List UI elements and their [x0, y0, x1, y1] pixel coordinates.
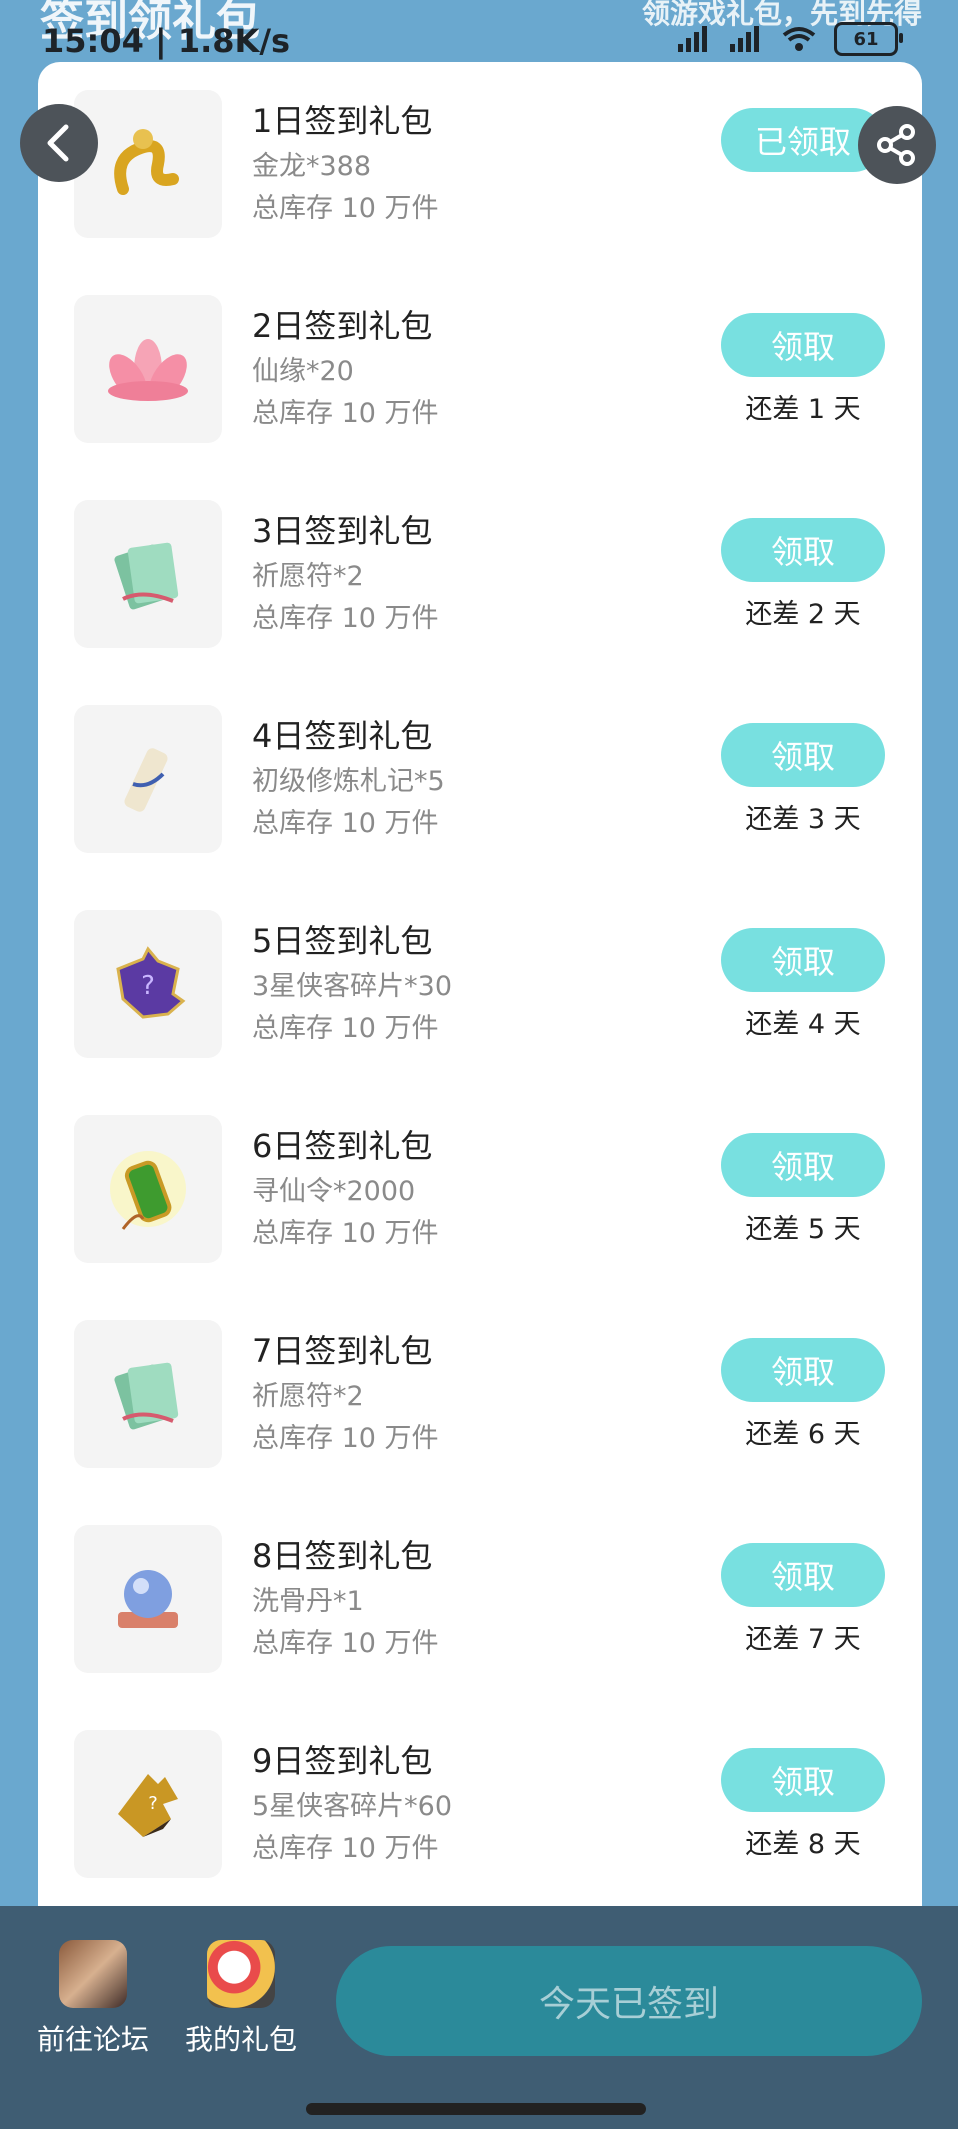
bottom-bar: 前往论坛 我的礼包 今天已签到: [0, 1906, 958, 2129]
gift-item: 祈愿符*2: [252, 1381, 364, 1412]
gift-stock: 总库存 10 万件: [252, 808, 439, 839]
gift-stock: 总库存 10 万件: [252, 1833, 439, 1864]
gift-title: 9日签到礼包: [252, 1742, 433, 1780]
battery-icon: 61: [834, 22, 903, 56]
gift-row: 8日签到礼包 洗骨丹*1 总库存 10 万件 领取 还差 7 天: [38, 1497, 922, 1702]
gift-row: ? 9日签到礼包 5星侠客碎片*60 总库存 10 万件 领取 还差 8 天: [38, 1702, 922, 1906]
back-button[interactable]: [20, 104, 98, 182]
gift-row: 3日签到礼包 祈愿符*2 总库存 10 万件 领取 还差 2 天: [38, 472, 922, 677]
scroll-icon: [74, 705, 222, 853]
gift-stock: 总库存 10 万件: [252, 1218, 439, 1249]
gift-list: 1日签到礼包 金龙*388 总库存 10 万件 已领取 2日签到礼包 仙缘*20…: [38, 62, 922, 1906]
gift-row: 1日签到礼包 金龙*388 总库存 10 万件 已领取: [38, 62, 922, 267]
claim-button[interactable]: 领取: [721, 1543, 885, 1607]
status-icons: 61: [678, 22, 903, 56]
days-remaining: 还差 1 天: [745, 394, 861, 425]
days-remaining: 还差 5 天: [745, 1214, 861, 1245]
gift-title: 5日签到礼包: [252, 922, 433, 960]
gift-item: 5星侠客碎片*60: [252, 1791, 453, 1822]
gift-title: 2日签到礼包: [252, 307, 433, 345]
forum-tab[interactable]: 前往论坛: [18, 1940, 168, 2070]
gift-row: ? 5日签到礼包 3星侠客碎片*30 总库存 10 万件 领取 还差 4 天: [38, 882, 922, 1087]
gift-stock: 总库存 10 万件: [252, 1013, 439, 1044]
share-icon: [877, 124, 915, 166]
days-remaining: 还差 3 天: [745, 804, 861, 835]
chevron-left-icon: [47, 124, 69, 162]
gift-stock: 总库存 10 万件: [252, 193, 439, 224]
my-gifts-tab[interactable]: 我的礼包: [166, 1940, 316, 2070]
days-remaining: 还差 6 天: [745, 1419, 861, 1450]
gift-title: 7日签到礼包: [252, 1332, 433, 1370]
gift-row: 4日签到礼包 初级修炼札记*5 总库存 10 万件 领取 还差 3 天: [38, 677, 922, 882]
gift-row: 6日签到礼包 寻仙令*2000 总库存 10 万件 领取 还差 5 天: [38, 1087, 922, 1292]
wish-talisman-icon: [74, 500, 222, 648]
days-remaining: 还差 4 天: [745, 1009, 861, 1040]
claim-button[interactable]: 领取: [721, 1748, 885, 1812]
claim-button[interactable]: 领取: [721, 928, 885, 992]
gift-item: 祈愿符*2: [252, 561, 364, 592]
crystal-ball-icon: [74, 1525, 222, 1673]
gift-row: 2日签到礼包 仙缘*20 总库存 10 万件 领取 还差 1 天: [38, 267, 922, 472]
gift-title: 8日签到礼包: [252, 1537, 433, 1575]
gift-stock: 总库存 10 万件: [252, 1423, 439, 1454]
gift-item: 寻仙令*2000: [252, 1176, 416, 1207]
svg-text:?: ?: [141, 971, 155, 1001]
network-speed: 1.8K/s: [177, 22, 291, 60]
gift-title: 4日签到礼包: [252, 717, 433, 755]
gift-item: 仙缘*20: [252, 356, 354, 387]
gift-item: 3星侠客碎片*30: [252, 971, 453, 1002]
gift-title: 1日签到礼包: [252, 102, 433, 140]
claim-button[interactable]: 领取: [721, 723, 885, 787]
gift-title: 3日签到礼包: [252, 512, 433, 550]
share-button[interactable]: [858, 106, 936, 184]
gift-stock: 总库存 10 万件: [252, 1628, 439, 1659]
forum-app-icon: [59, 1940, 127, 2008]
signal-icon: [730, 26, 759, 52]
gift-stock: 总库存 10 万件: [252, 398, 439, 429]
home-indicator[interactable]: [306, 2103, 646, 2115]
gold-puzzle-icon: ?: [74, 1730, 222, 1878]
lotus-icon: [74, 295, 222, 443]
gift-item: 金龙*388: [252, 151, 372, 182]
gift-item: 初级修炼札记*5: [252, 766, 445, 797]
days-remaining: 还差 2 天: [745, 599, 861, 630]
checkin-button[interactable]: 今天已签到: [336, 1946, 922, 2056]
gift-item: 洗骨丹*1: [252, 1586, 364, 1617]
status-time: 15:04 | 1.8K/s: [42, 22, 291, 60]
purple-puzzle-icon: ?: [74, 910, 222, 1058]
svg-text:?: ?: [148, 1793, 158, 1814]
claim-button[interactable]: 领取: [721, 518, 885, 582]
clock-text: 15:04: [42, 22, 144, 60]
golden-dragon-icon: [74, 90, 222, 238]
gift-row: 7日签到礼包 祈愿符*2 总库存 10 万件 领取 还差 6 天: [38, 1292, 922, 1497]
signal-icon: [678, 26, 707, 52]
forum-label: 前往论坛: [36, 2023, 149, 2056]
jade-token-icon: [74, 1115, 222, 1263]
my-gifts-label: 我的礼包: [184, 2023, 297, 2056]
days-remaining: 还差 8 天: [745, 1829, 861, 1860]
claim-button[interactable]: 领取: [721, 1133, 885, 1197]
wish-talisman-icon: [74, 1320, 222, 1468]
days-remaining: 还差 7 天: [745, 1624, 861, 1655]
wifi-icon: [782, 27, 816, 51]
status-bar: 签到领礼包 领游戏礼包，先到先得 15:04 | 1.8K/s 61: [0, 0, 958, 62]
my-gifts-icon: [207, 1940, 275, 2008]
claim-button[interactable]: 领取: [721, 1338, 885, 1402]
gift-title: 6日签到礼包: [252, 1127, 433, 1165]
claim-button[interactable]: 领取: [721, 313, 885, 377]
gift-stock: 总库存 10 万件: [252, 603, 439, 634]
